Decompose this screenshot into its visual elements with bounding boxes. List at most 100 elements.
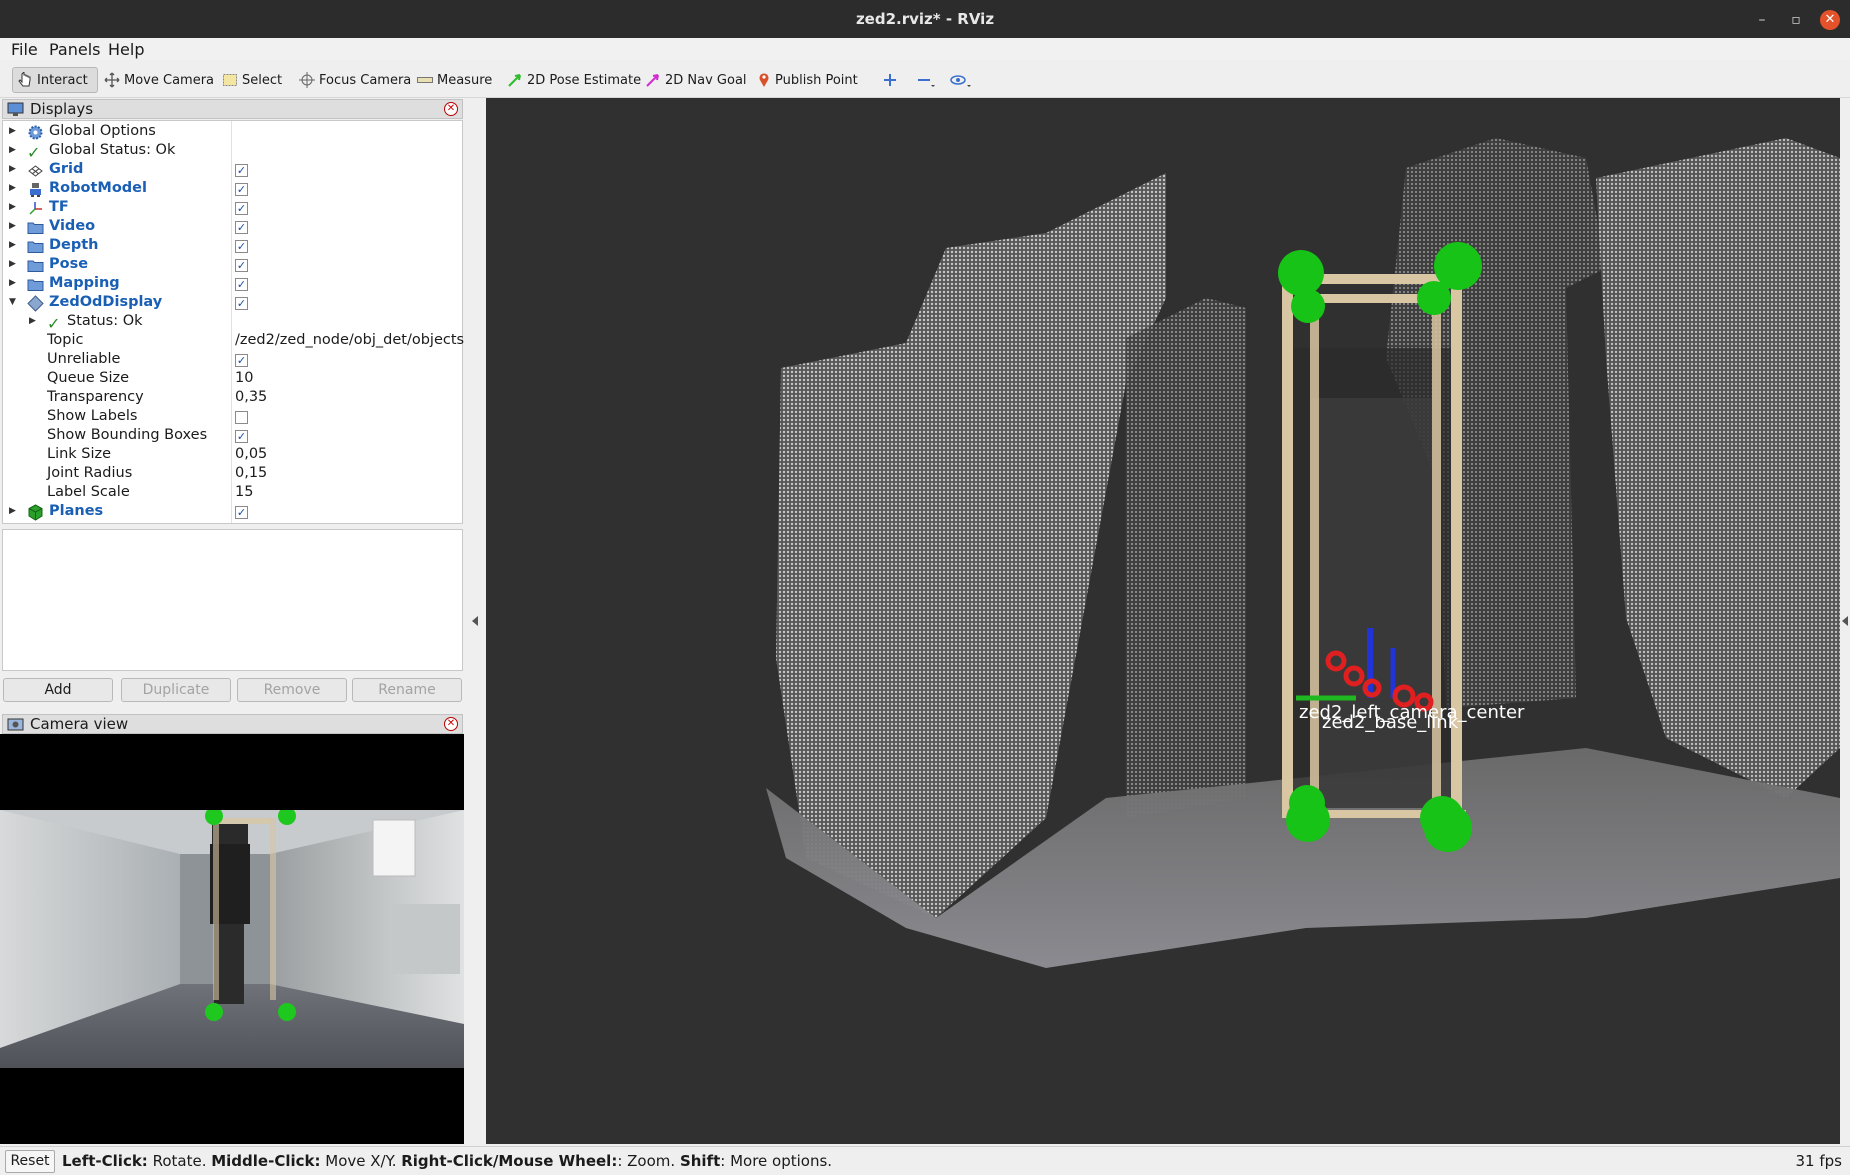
- move-camera-tool-button[interactable]: Move Camera: [100, 67, 218, 93]
- menu-file[interactable]: File: [11, 40, 38, 59]
- depth-checkbox[interactable]: ✓: [235, 240, 248, 253]
- map-pin-icon: [759, 73, 769, 87]
- focus-camera-tool-button[interactable]: Focus Camera: [295, 67, 415, 93]
- hint-text: Rotate.: [147, 1152, 212, 1170]
- left-splitter[interactable]: [468, 98, 482, 1144]
- crosshair-icon: [299, 72, 315, 88]
- add-display-button[interactable]: Add: [3, 678, 113, 702]
- close-button[interactable]: ✕: [1820, 10, 1840, 30]
- tree-row-tf[interactable]: ▶ TF ✓: [3, 199, 462, 218]
- prop-row-link-size[interactable]: Link Size 0,05: [3, 446, 462, 465]
- prop-row-joint-radius[interactable]: Joint Radius 0,15: [3, 465, 462, 484]
- add-tool-button[interactable]: [878, 67, 902, 93]
- folder-icon: [27, 241, 44, 253]
- expand-arrow-icon[interactable]: ▶: [9, 240, 16, 250]
- right-splitter[interactable]: [1840, 98, 1850, 1144]
- prop-value[interactable]: 15: [235, 484, 253, 500]
- camera-view-image[interactable]: [0, 734, 464, 1144]
- planes-checkbox[interactable]: ✓: [235, 506, 248, 519]
- expand-arrow-icon[interactable]: ▶: [29, 316, 36, 326]
- nav-goal-tool-button[interactable]: 2D Nav Goal: [641, 67, 751, 93]
- expand-arrow-icon[interactable]: ▶: [9, 278, 16, 288]
- prop-value[interactable]: /zed2/zed_node/obj_det/objects: [235, 332, 464, 348]
- tree-label: RobotModel: [49, 180, 147, 196]
- prop-label: Unreliable: [47, 351, 121, 367]
- grid-checkbox[interactable]: ✓: [235, 164, 248, 177]
- tree-row-robotmodel[interactable]: ▶ RobotModel ✓: [3, 180, 462, 199]
- tree-label: Pose: [49, 256, 89, 272]
- maximize-button[interactable]: ▫: [1786, 10, 1806, 30]
- view-options-button[interactable]: [946, 67, 976, 93]
- prop-value[interactable]: 0,35: [235, 389, 267, 405]
- unreliable-checkbox[interactable]: ✓: [235, 354, 248, 367]
- focus-camera-label: Focus Camera: [319, 72, 412, 88]
- expand-arrow-icon[interactable]: ▶: [9, 126, 16, 136]
- expand-arrow-icon[interactable]: ▶: [9, 183, 16, 193]
- tree-row-zed-status[interactable]: ▶ ✓ Status: Ok: [3, 313, 462, 333]
- menu-panels[interactable]: Panels: [49, 40, 101, 59]
- menu-help[interactable]: Help: [108, 40, 144, 59]
- prop-value[interactable]: 0,05: [235, 446, 267, 462]
- expand-arrow-icon[interactable]: ▶: [9, 145, 16, 155]
- expand-arrow-icon[interactable]: ▶: [9, 202, 16, 212]
- select-tool-button[interactable]: Select: [218, 67, 286, 93]
- tf-checkbox[interactable]: ✓: [235, 202, 248, 215]
- interact-tool-button[interactable]: Interact: [12, 67, 98, 93]
- zedoddisplay-checkbox[interactable]: ✓: [235, 297, 248, 310]
- ruler-icon: [417, 77, 433, 83]
- 3d-render-viewport[interactable]: zed2_left_camera_center zed2_base_link: [486, 98, 1840, 1144]
- prop-row-show-labels[interactable]: Show Labels: [3, 408, 462, 427]
- pose-estimate-tool-button[interactable]: 2D Pose Estimate: [503, 67, 645, 93]
- collapse-right-icon[interactable]: [1841, 616, 1849, 626]
- prop-row-show-bounding-boxes[interactable]: Show Bounding Boxes ✓: [3, 427, 462, 446]
- prop-row-queue-size[interactable]: Queue Size 10: [3, 370, 462, 389]
- check-icon: ✓: [27, 143, 41, 162]
- tree-row-global-options[interactable]: ▶ Global Options: [3, 123, 462, 142]
- show-bounding-boxes-checkbox[interactable]: ✓: [235, 430, 248, 443]
- collapse-arrow-icon[interactable]: ▼: [9, 297, 16, 307]
- tree-row-depth[interactable]: ▶ Depth ✓: [3, 237, 462, 256]
- tree-row-planes[interactable]: ▶ Planes ✓: [3, 503, 462, 522]
- prop-row-topic[interactable]: Topic /zed2/zed_node/obj_det/objects: [3, 332, 464, 351]
- robotmodel-checkbox[interactable]: ✓: [235, 183, 248, 196]
- tree-label: TF: [49, 199, 69, 215]
- expand-arrow-icon[interactable]: ▶: [9, 164, 16, 174]
- video-checkbox[interactable]: ✓: [235, 221, 248, 234]
- tree-row-mapping[interactable]: ▶ Mapping ✓: [3, 275, 462, 294]
- tree-row-pose[interactable]: ▶ Pose ✓: [3, 256, 462, 275]
- measure-tool-button[interactable]: Measure: [413, 67, 496, 93]
- displays-close-icon[interactable]: ✕: [444, 102, 458, 116]
- robot-icon: [30, 183, 41, 197]
- publish-point-tool-button[interactable]: Publish Point: [753, 67, 862, 93]
- collapse-left-icon[interactable]: [471, 616, 479, 626]
- tree-row-grid[interactable]: ▶ Grid ✓: [3, 161, 462, 180]
- displays-tree[interactable]: ▶ Global Options ▶ ✓ Global Status: Ok ▶…: [2, 120, 464, 524]
- axes-icon: [29, 202, 42, 215]
- show-labels-checkbox[interactable]: [235, 411, 248, 424]
- window-title: zed2.rviz* - RViz: [855, 10, 995, 28]
- remove-tool-button[interactable]: [912, 67, 940, 93]
- duplicate-display-button[interactable]: Duplicate: [121, 678, 231, 702]
- prop-row-label-scale[interactable]: Label Scale 15: [3, 484, 462, 503]
- reset-button[interactable]: Reset: [5, 1150, 55, 1173]
- expand-arrow-icon[interactable]: ▶: [9, 506, 16, 516]
- status-bar: Reset Left-Click: Rotate. Middle-Click: …: [0, 1146, 1850, 1175]
- prop-value[interactable]: 10: [235, 370, 253, 386]
- pose-checkbox[interactable]: ✓: [235, 259, 248, 272]
- expand-arrow-icon[interactable]: ▶: [9, 259, 16, 269]
- prop-label: Queue Size: [47, 370, 130, 386]
- prop-row-unreliable[interactable]: Unreliable ✓: [3, 351, 462, 370]
- tree-row-zedoddisplay[interactable]: ▼ ZedOdDisplay ✓: [3, 294, 462, 313]
- prop-row-transparency[interactable]: Transparency 0,35: [3, 389, 462, 408]
- expand-arrow-icon[interactable]: ▶: [9, 221, 16, 231]
- tree-row-video[interactable]: ▶ Video ✓: [3, 218, 462, 237]
- rename-display-button[interactable]: Rename: [352, 678, 462, 702]
- remove-display-button[interactable]: Remove: [237, 678, 347, 702]
- tree-row-global-status[interactable]: ▶ ✓ Global Status: Ok: [3, 142, 462, 162]
- mapping-checkbox[interactable]: ✓: [235, 278, 248, 291]
- prop-value[interactable]: 0,15: [235, 465, 267, 481]
- minimize-button[interactable]: –: [1752, 10, 1772, 30]
- prop-label: Link Size: [47, 446, 112, 462]
- camera-view-close-icon[interactable]: ✕: [444, 717, 458, 731]
- check-icon: ✓: [47, 314, 61, 333]
